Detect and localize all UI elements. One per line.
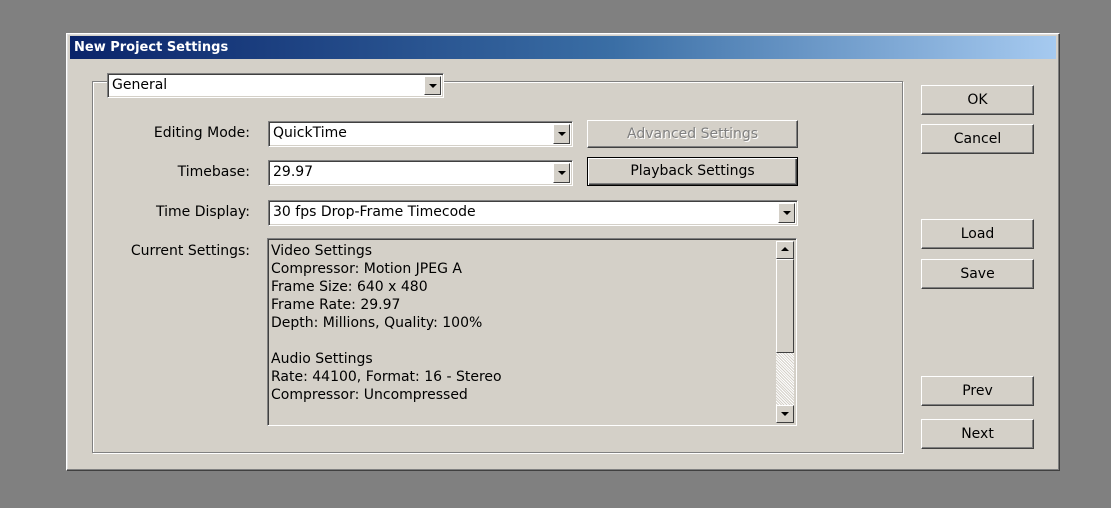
- editing-mode-value: QuickTime: [273, 125, 347, 141]
- current-settings-textbox[interactable]: Video Settings Compressor: Motion JPEG A F…: [267, 238, 797, 426]
- chevron-down-icon: [783, 211, 791, 215]
- chevron-down-icon: [558, 132, 566, 136]
- chevron-down-icon: [558, 171, 566, 175]
- scroll-thumb[interactable]: [776, 259, 794, 353]
- next-button[interactable]: Next: [921, 419, 1034, 449]
- settings-line: Compressor: Uncompressed: [271, 387, 468, 403]
- title-bar: New Project Settings: [70, 36, 1056, 59]
- editing-mode-dropdown-button[interactable]: [553, 124, 570, 144]
- settings-line: Video Settings: [271, 243, 373, 259]
- time-display-dropdown-button[interactable]: [778, 203, 795, 223]
- chevron-down-icon: [429, 84, 437, 88]
- new-project-settings-dialog: New Project Settings General Editing Mod…: [66, 33, 1060, 471]
- settings-line: Compressor: Motion JPEG A: [271, 261, 462, 277]
- settings-line: Frame Size: 640 x 480: [271, 279, 428, 295]
- scroll-down-button[interactable]: [776, 405, 794, 423]
- time-display-label: Time Display:: [155, 204, 250, 220]
- cancel-button[interactable]: Cancel: [921, 124, 1034, 154]
- scroll-up-button[interactable]: [776, 241, 794, 259]
- category-value: General: [112, 77, 168, 93]
- playback-settings-button[interactable]: Playback Settings: [587, 157, 798, 186]
- settings-line: Frame Rate: 29.97: [271, 297, 401, 313]
- editing-mode-dropdown[interactable]: QuickTime: [268, 121, 573, 147]
- timebase-dropdown[interactable]: 29.97: [268, 160, 573, 186]
- settings-line: Depth: Millions, Quality: 100%: [271, 315, 483, 331]
- load-button[interactable]: Load: [921, 219, 1034, 249]
- settings-line: Audio Settings: [271, 351, 373, 367]
- save-button[interactable]: Save: [921, 259, 1034, 289]
- window-title: New Project Settings: [74, 40, 229, 55]
- prev-button[interactable]: Prev: [921, 376, 1034, 406]
- editing-mode-label: Editing Mode:: [153, 125, 250, 141]
- arrow-up-icon: [781, 247, 789, 251]
- timebase-label: Timebase:: [177, 164, 250, 180]
- category-dropdown[interactable]: General: [107, 73, 444, 98]
- timebase-value: 29.97: [273, 164, 314, 180]
- current-settings-label: Current Settings:: [130, 243, 250, 259]
- ok-button[interactable]: OK: [921, 85, 1034, 115]
- timebase-dropdown-button[interactable]: [553, 163, 570, 183]
- settings-line: [271, 332, 502, 350]
- arrow-down-icon: [781, 412, 789, 416]
- advanced-settings-button[interactable]: Advanced Settings: [587, 120, 798, 148]
- current-settings-scrollbar[interactable]: [776, 241, 794, 423]
- category-dropdown-button[interactable]: [424, 76, 441, 95]
- current-settings-text: Video Settings Compressor: Motion JPEG A F…: [271, 242, 502, 404]
- settings-line: Rate: 44100, Format: 16 - Stereo: [271, 369, 502, 385]
- time-display-value: 30 fps Drop-Frame Timecode: [273, 204, 476, 220]
- time-display-dropdown[interactable]: 30 fps Drop-Frame Timecode: [268, 200, 798, 226]
